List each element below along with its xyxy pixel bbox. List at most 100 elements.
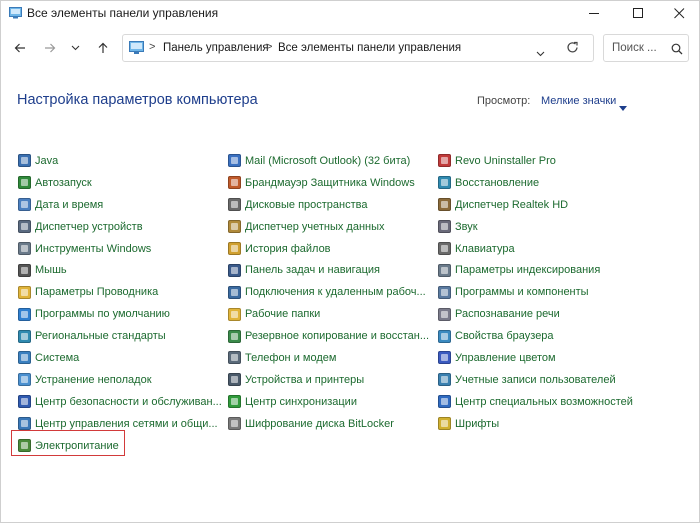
default-programs-icon (18, 307, 31, 321)
autoplay-icon (18, 176, 31, 190)
taskbar-icon (228, 263, 241, 277)
control-panel-item[interactable]: Шифрование диска BitLocker (228, 413, 429, 435)
title-bar[interactable]: Все элементы панели управления (1, 1, 699, 25)
item-label: Учетные записи пользователей (455, 373, 616, 386)
item-label: Mail (Microsoft Outlook) (32 бита) (245, 154, 411, 167)
control-panel-item[interactable]: Шрифты (438, 413, 633, 435)
fonts-icon (438, 417, 451, 431)
control-panel-item[interactable]: Управление цветом (438, 347, 633, 369)
item-label: Инструменты Windows (35, 242, 152, 255)
credentials-icon (228, 220, 241, 234)
control-panel-item[interactable]: Параметры индексирования (438, 259, 633, 281)
control-panel-item[interactable]: Восстановление (438, 172, 633, 194)
color-management-icon (438, 351, 451, 365)
control-panel-item[interactable]: Свойства браузера (438, 325, 633, 347)
item-label: Клавиатура (455, 242, 515, 255)
network-icon (18, 417, 31, 431)
control-panel-item[interactable]: Центр специальных возможностей (438, 391, 633, 413)
control-panel-item[interactable]: Устранение неполадок (18, 369, 222, 391)
address-bar[interactable]: > Панель управления > Все элементы панел… (122, 34, 594, 62)
control-panel-item[interactable]: Панель задач и навигация (228, 259, 429, 281)
control-panel-item[interactable]: Резервное копирование и восстан... (228, 325, 429, 347)
remote-desktop-icon (228, 285, 241, 299)
forward-button[interactable] (37, 33, 63, 63)
control-panel-item[interactable]: Центр синхронизации (228, 391, 429, 413)
control-panel-item[interactable]: Программы и компоненты (438, 281, 633, 303)
control-panel-item[interactable]: Диспетчер учетных данных (228, 216, 429, 238)
sync-icon (228, 395, 241, 409)
minimize-button[interactable] (572, 1, 616, 25)
control-panel-item[interactable]: Распознавание речи (438, 303, 633, 325)
device-manager-icon (18, 220, 31, 234)
work-folders-icon (228, 307, 241, 321)
address-dropdown-button[interactable] (536, 44, 545, 62)
printer-icon (228, 373, 241, 387)
control-panel-item[interactable]: Центр безопасности и обслуживан... (18, 391, 222, 413)
control-panel-item[interactable]: Mail (Microsoft Outlook) (32 бита) (228, 150, 429, 172)
control-panel-item[interactable]: Клавиатура (438, 238, 633, 260)
arrow-right-icon (45, 43, 56, 53)
back-button[interactable] (7, 33, 33, 63)
file-history-icon (228, 242, 241, 255)
control-panel-item[interactable]: Звук (438, 216, 633, 238)
control-panel-item[interactable]: Дата и время (18, 194, 222, 216)
control-panel-item[interactable]: Java (18, 150, 222, 172)
item-label: Панель задач и навигация (245, 264, 380, 277)
programs-icon (438, 285, 451, 299)
bitlocker-icon (228, 417, 241, 431)
search-box[interactable]: Поиск ... (603, 34, 689, 62)
breadcrumb-separator: > (149, 41, 156, 53)
item-label: Региональные стандарты (35, 330, 166, 343)
close-button[interactable] (657, 1, 700, 25)
user-accounts-icon (438, 373, 451, 387)
maximize-button[interactable] (616, 1, 660, 25)
control-panel-item[interactable]: Диспетчер Realtek HD (438, 194, 633, 216)
control-panel-item[interactable]: История файлов (228, 238, 429, 260)
item-label: Мышь (35, 264, 67, 277)
up-button[interactable] (90, 33, 116, 63)
view-by-label: Просмотр: (477, 95, 531, 107)
item-label: Диспетчер Realtek HD (455, 198, 569, 211)
control-panel-item[interactable]: Диспетчер устройств (18, 216, 222, 238)
view-dropdown-arrow-icon[interactable] (619, 98, 627, 116)
item-label: Рабочие папки (245, 308, 321, 321)
control-panel-item[interactable]: Мышь (18, 259, 222, 281)
item-label: Revo Uninstaller Pro (455, 154, 556, 167)
control-panel-item[interactable]: Рабочие папки (228, 303, 429, 325)
indexing-icon (438, 263, 451, 277)
item-label: Диспетчер устройств (35, 220, 143, 233)
system-icon (18, 351, 31, 365)
item-label: История файлов (245, 242, 331, 255)
breadcrumb-control-panel[interactable]: Панель управления (163, 42, 269, 54)
minimize-icon (588, 12, 599, 14)
view-by-dropdown[interactable]: Мелкие значки (541, 95, 616, 107)
item-label: Устранение неполадок (35, 373, 152, 386)
control-panel-item[interactable]: Телефон и модем (228, 347, 429, 369)
mouse-icon (18, 263, 31, 277)
breadcrumb-all-items[interactable]: Все элементы панели управления (278, 42, 461, 54)
region-icon (18, 329, 31, 343)
item-label: Дата и время (35, 198, 104, 211)
control-panel-item[interactable]: Устройства и принтеры (228, 369, 429, 391)
control-panel-item[interactable]: Система (18, 347, 222, 369)
control-panel-item[interactable]: Региональные стандарты (18, 325, 222, 347)
refresh-button[interactable] (566, 41, 579, 59)
backup-icon (228, 329, 241, 343)
items-column-2: Mail (Microsoft Outlook) (32 бита) Брандм… (228, 150, 429, 435)
search-icon (671, 42, 683, 60)
control-panel-item[interactable]: Параметры Проводника (18, 281, 222, 303)
recent-locations-button[interactable] (62, 33, 88, 63)
item-label: Центр управления сетями и общи... (35, 417, 218, 430)
recovery-icon (438, 176, 451, 190)
control-panel-item[interactable]: Подключения к удаленным рабоч... (228, 281, 429, 303)
control-panel-item[interactable]: Брандмауэр Защитника Windows (228, 172, 429, 194)
control-panel-icon (9, 6, 22, 19)
control-panel-item[interactable]: Дисковые пространства (228, 194, 429, 216)
control-panel-item[interactable]: Revo Uninstaller Pro (438, 150, 633, 172)
control-panel-item[interactable]: Учетные записи пользователей (438, 369, 633, 391)
control-panel-item[interactable]: Инструменты Windows (18, 238, 222, 260)
item-label: Восстановление (455, 176, 540, 189)
control-panel-item[interactable]: Автозапуск (18, 172, 222, 194)
search-placeholder: Поиск ... (612, 42, 657, 54)
control-panel-item[interactable]: Программы по умолчанию (18, 303, 222, 325)
